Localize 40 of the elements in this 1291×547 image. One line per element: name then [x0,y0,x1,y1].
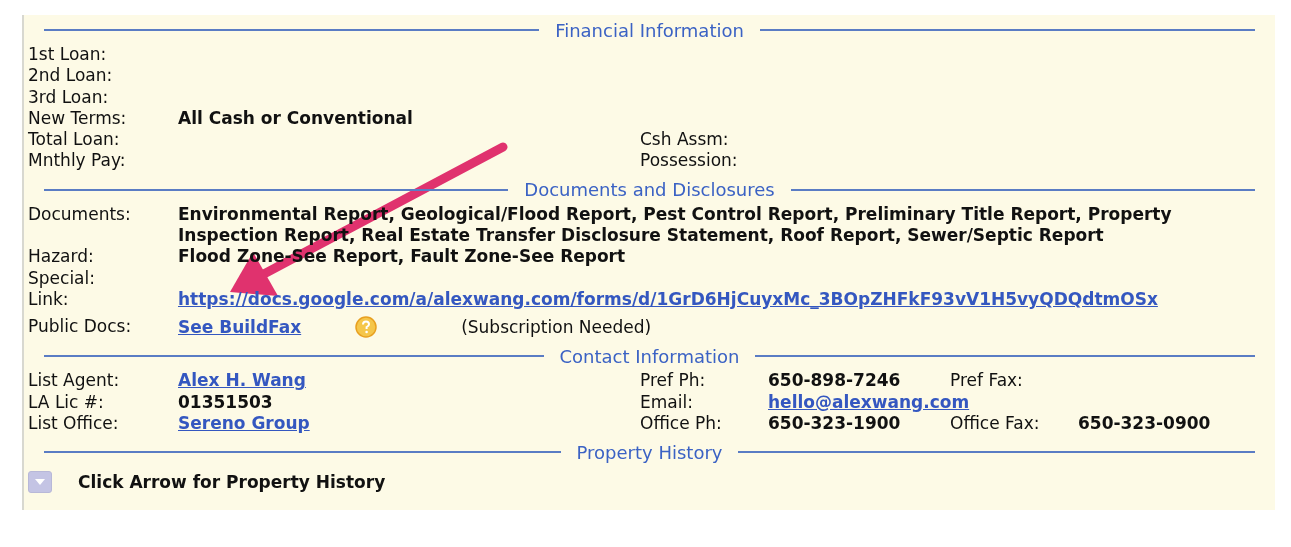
section-title: Contact Information [559,345,740,367]
field-label: LA Lic #: [28,391,105,413]
link[interactable]: Alex H. Wang [178,370,306,391]
field-value: All Cash or Conventional [178,107,413,128]
field-value: 01351503 [178,391,273,412]
caret-icon [35,479,45,486]
field-value: 650-898-7246 [768,370,901,391]
field-label: List Agent: [28,370,121,392]
link[interactable]: hello@alexwang.com [768,391,970,412]
field-label: Mnthly Pay: [28,150,127,172]
field-label: 2nd Loan: [28,65,114,87]
field-label: Special: [28,267,96,289]
field-value: 650-323-1900 [768,412,901,433]
field-label: 3rd Loan: [28,86,110,108]
field-label: Pref Ph: [640,370,707,392]
field-label: List Office: [28,412,120,435]
link[interactable]: https://docs.google.com/a/alexwang.com/forms/d/1GrD6HjCuyxMc_3BOpZHFkF93vV1H5vyQDQdtmOSx [178,288,1158,309]
link[interactable]: See BuildFax [178,316,302,338]
subscription-note: (Subscription Needed) [461,316,652,338]
field-label: Office Fax: [950,412,1041,435]
field-value: 650-323-0900 [1078,412,1211,433]
field-label: Hazard: [28,246,95,268]
field-label: Email: [640,391,694,413]
field-label: Total Loan: [28,129,121,151]
field-label: Link: [28,288,70,311]
help-icon[interactable] [355,316,378,339]
field-label: New Terms: [28,107,128,130]
field-label: Pref Fax: [950,370,1024,392]
section-title: Property History [576,441,723,463]
field-label: Public Docs: [28,316,133,339]
field-label: Office Ph: [640,412,723,435]
field-label: Documents: [28,203,132,226]
expand-toggle-button[interactable] [28,471,52,494]
toggle-label: Click Arrow for Property History [78,472,386,493]
field-label: Csh Assm: [640,129,730,151]
link[interactable]: Sereno Group [178,412,310,433]
field-label: 1st Loan: [28,44,108,66]
field-label: Possession: [640,150,739,172]
section-title: Documents and Disclosures [524,179,775,201]
section-title: Financial Information [555,19,744,41]
